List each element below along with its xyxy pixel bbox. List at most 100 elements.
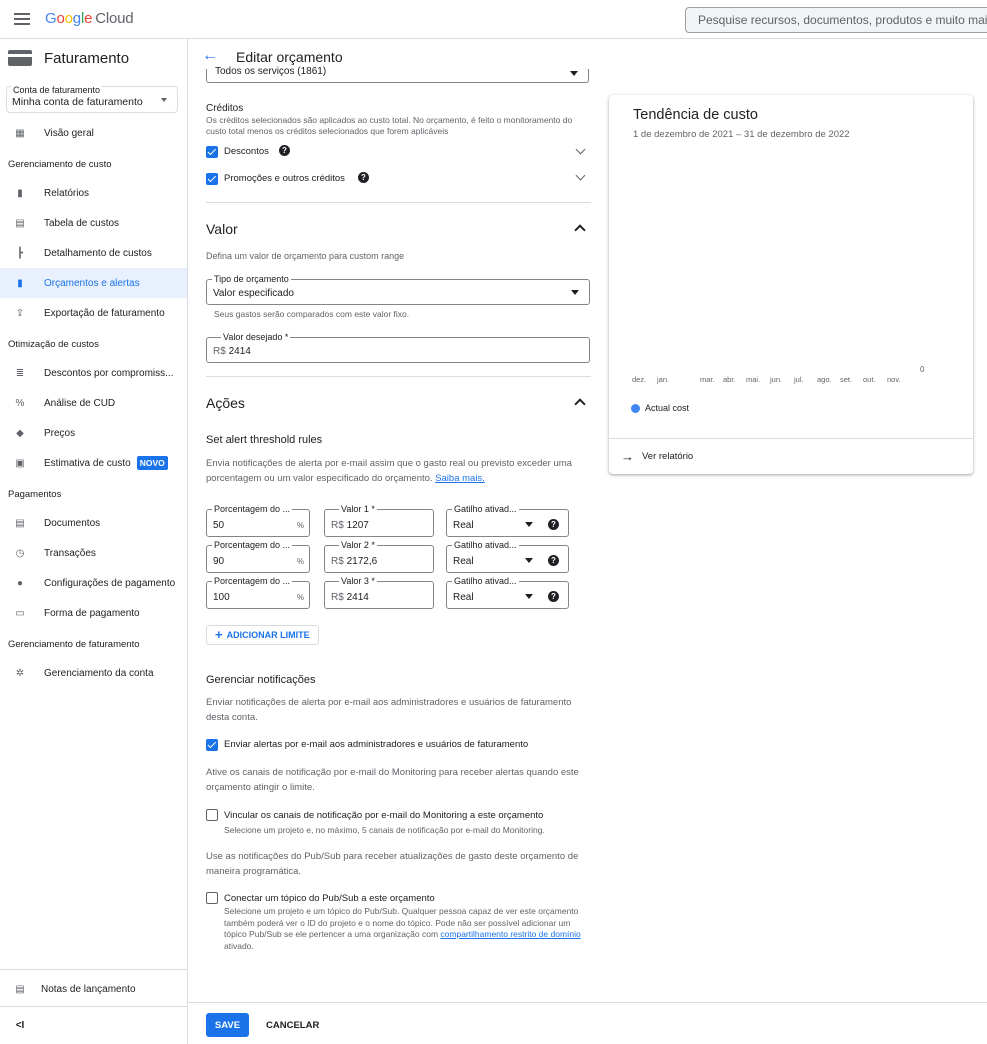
learn-more-link[interactable]: Saiba mais. [435, 473, 485, 484]
threshold-percent-field[interactable]: Porcentagem do ... 100 % [206, 576, 310, 609]
sidebar-item-account-management[interactable]: ✲ Gerenciamento da conta [0, 658, 187, 688]
credits-title: Créditos [206, 103, 244, 114]
chevron-down-icon [161, 98, 167, 102]
sidebar-item-commitment-discounts[interactable]: ≣ Descontos por compromiss... [0, 358, 187, 388]
budget-type-hint: Seus gastos serão comparados com este va… [214, 309, 410, 319]
sidebar-title: Faturamento [8, 47, 129, 69]
services-select[interactable]: Todos os serviços (1861) [206, 66, 589, 83]
google-cloud-logo[interactable]: Google Cloud [45, 10, 134, 27]
billing-account-value: Minha conta de faturamento [12, 96, 143, 108]
section-billing-management: Gerenciamento de faturamento [8, 639, 140, 650]
x-tick-label: out. [863, 375, 876, 384]
promotions-checkbox[interactable] [206, 173, 218, 185]
threshold-trigger-select[interactable]: Gatilho ativad... Real ? [446, 540, 569, 573]
divider [206, 376, 591, 377]
amount-section-title: Valor [206, 221, 238, 237]
x-tick-label: ago. [817, 375, 832, 384]
x-tick-label: jun. [770, 375, 783, 384]
help-icon[interactable]: ? [548, 555, 559, 566]
x-tick-label: jul. [794, 375, 804, 384]
discounts-checkbox[interactable] [206, 146, 218, 158]
amount-description: Defina um valor de orçamento para custom… [206, 251, 405, 261]
notifications-description: Enviar notificações de alerta por e-mail… [206, 697, 572, 723]
chevron-up-icon[interactable] [574, 398, 586, 410]
new-badge: NOVO [136, 456, 168, 470]
threshold-percent-field[interactable]: Porcentagem do ... 90 % [206, 540, 310, 573]
help-icon[interactable]: ? [279, 145, 290, 156]
sidebar-item-reports[interactable]: ▮ Relatórios [0, 178, 187, 208]
sidebar-item-payment-method[interactable]: ▭ Forma de pagamento [0, 598, 187, 628]
sidebar-title-label: Faturamento [44, 49, 130, 67]
sidebar-item-documents[interactable]: ▤ Documentos [0, 508, 187, 538]
chevron-down-icon [525, 594, 533, 599]
sidebar-item-transactions[interactable]: ◷ Transações [0, 538, 187, 568]
upload-icon: ⇪ [15, 307, 25, 319]
back-arrow-icon[interactable]: ← [202, 48, 218, 64]
sidebar-item-release-notes[interactable]: ▤ Notas de lançamento [0, 974, 187, 1004]
y-tick-label: 0 [920, 365, 925, 374]
x-tick-label: mai. [746, 375, 761, 384]
sidebar-item-cost-table[interactable]: ▤ Tabela de custos [0, 208, 187, 238]
tag-icon: ◆ [16, 427, 24, 439]
release-notes-icon: ▤ [15, 983, 25, 995]
chevron-down-icon [570, 71, 578, 76]
target-amount-field[interactable]: Valor desejado * R$ 2414 [206, 332, 590, 363]
threshold-amount-field[interactable]: Valor 3 * R$ 2414 [324, 576, 434, 609]
pubsub-checkbox[interactable] [206, 892, 218, 904]
chevron-down-icon[interactable] [575, 144, 586, 155]
credit-card-icon: ▭ [15, 607, 25, 619]
threshold-trigger-select[interactable]: Gatilho ativad... Real ? [446, 576, 569, 609]
sidebar-item-pricing[interactable]: ◆ Preços [0, 418, 187, 448]
arrow-right-icon: → [621, 449, 634, 464]
search-input[interactable]: Pesquise recursos, documentos, produtos … [685, 7, 987, 33]
percent-icon: % [15, 397, 25, 409]
cancel-button[interactable]: CANCELAR [266, 1013, 319, 1037]
help-icon[interactable]: ? [548, 591, 559, 602]
budget-type-select[interactable]: Tipo de orçamento Valor especificado [206, 274, 590, 305]
threshold-percent-field[interactable]: Porcentagem do ... 50 % [206, 504, 310, 537]
domain-restricted-sharing-link[interactable]: compartilhamento restrito de domínio [440, 929, 580, 939]
billing-account-select[interactable]: Conta de faturamento Minha conta de fatu… [6, 85, 178, 113]
chevron-up-icon[interactable] [574, 224, 586, 236]
sidebar-item-overview[interactable]: ▦ Visão geral [0, 118, 187, 148]
divider [206, 202, 591, 203]
chevron-down-icon[interactable] [575, 170, 586, 181]
collapse-sidebar-button[interactable]: <I [0, 1010, 187, 1040]
clock-icon: ◷ [15, 547, 25, 559]
billing-account-label: Conta de faturamento [12, 85, 102, 95]
chevron-down-icon [525, 522, 533, 527]
sidebar-item-cud-analysis[interactable]: % Análise de CUD [0, 388, 187, 418]
gear-icon: ✲ [15, 667, 25, 679]
top-bar: Google Cloud Pesquise recursos, documento… [0, 0, 987, 39]
budget-type-value: Valor especificado [213, 288, 294, 299]
dashboard-icon: ▦ [15, 127, 25, 139]
cost-estimate-label: Estimativa de custo [44, 458, 131, 469]
chart-subtitle: 1 de dezembro de 2021 – 31 de dezembro d… [633, 129, 850, 140]
form-footer: SAVE CANCELAR [188, 1002, 987, 1044]
threshold-trigger-select[interactable]: Gatilho ativad... Real ? [446, 504, 569, 537]
monitoring-channels-checkbox[interactable] [206, 809, 218, 821]
promotions-label: Promoções e outros créditos [224, 173, 345, 184]
help-icon[interactable]: ? [548, 519, 559, 530]
chevron-down-icon [571, 290, 579, 295]
add-threshold-button[interactable]: + ADICIONAR LIMITE [206, 625, 319, 645]
collapse-icon: <I [15, 1019, 25, 1031]
menu-icon[interactable] [14, 13, 30, 25]
sidebar-item-cost-estimate[interactable]: ▣ Estimativa de custo NOVO [0, 448, 187, 478]
email-alerts-checkbox[interactable] [206, 739, 218, 751]
save-button[interactable]: SAVE [206, 1013, 249, 1037]
monitoring-channels-label: Vincular os canais de notificação por e-… [224, 810, 544, 821]
sidebar-item-budgets[interactable]: ▮ Orçamentos e alertas [0, 268, 187, 298]
threshold-amount-field[interactable]: Valor 2 * R$ 2172,6 [324, 540, 434, 573]
view-report-link[interactable]: → Ver relatório [609, 438, 973, 474]
chart-title: Tendência de custo [633, 107, 758, 123]
billing-icon [8, 50, 32, 66]
threshold-description: Envia notificações de alerta por e-mail … [206, 458, 572, 484]
threshold-amount-field[interactable]: Valor 1 * R$ 1207 [324, 504, 434, 537]
sidebar-item-payment-settings[interactable]: ● Configurações de pagamento [0, 568, 187, 598]
monitoring-description: Ative os canais de notificação por e-mai… [206, 767, 579, 793]
sidebar-item-cost-breakdown[interactable]: ┣ Detalhamento de custos [0, 238, 187, 268]
list-icon: ≣ [15, 367, 25, 379]
sidebar-item-billing-export[interactable]: ⇪ Exportação de faturamento [0, 298, 187, 328]
help-icon[interactable]: ? [358, 172, 369, 183]
